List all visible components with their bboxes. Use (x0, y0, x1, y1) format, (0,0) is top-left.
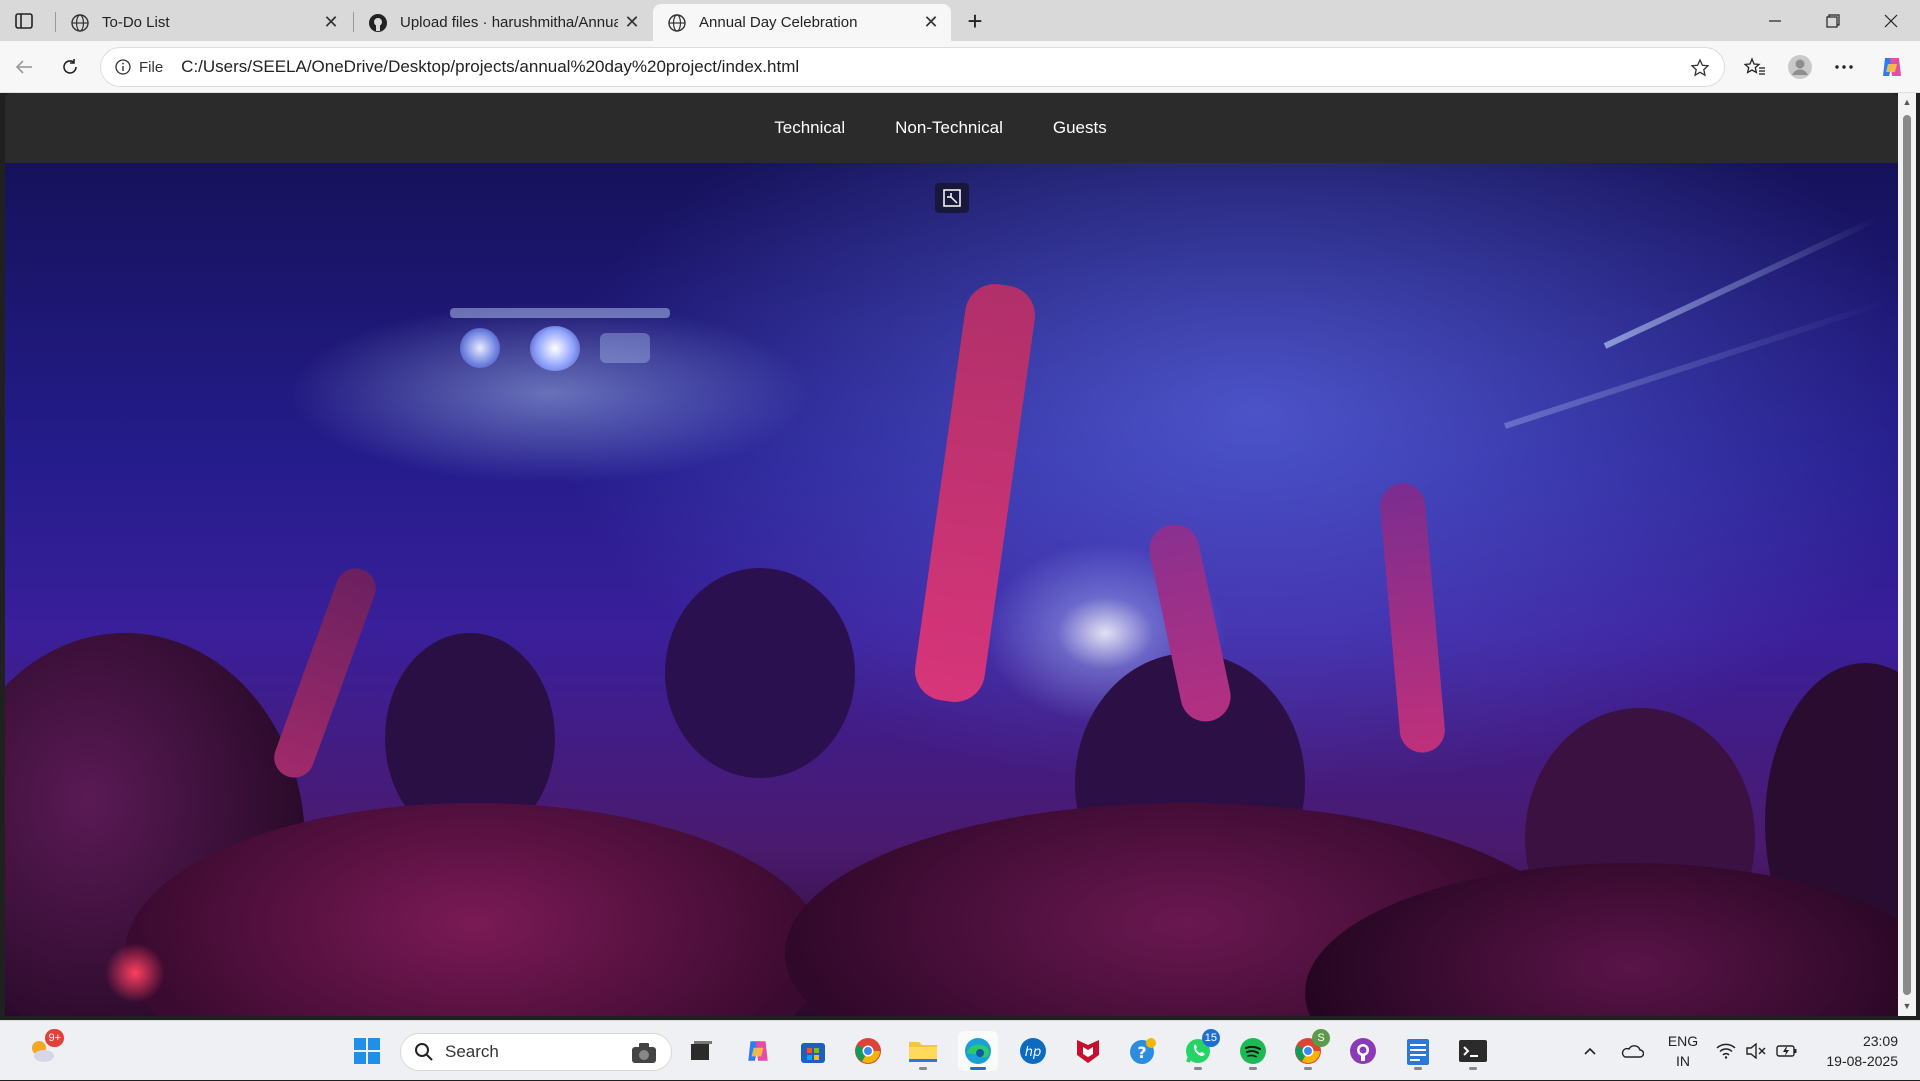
stage-light-rig (450, 288, 670, 378)
favorite-star-icon[interactable] (1688, 56, 1712, 80)
light-beam (1603, 216, 1879, 349)
restore-icon[interactable] (1804, 0, 1862, 41)
tab-title: Upload files · harushmitha/Annua (400, 14, 618, 31)
light-beam (1504, 299, 1887, 429)
input-language[interactable]: ENG IN (1665, 1031, 1701, 1071)
region-code: IN (1676, 1053, 1690, 1069)
speaker-muted-icon[interactable] (1746, 1021, 1766, 1081)
tab-title: To-Do List (102, 14, 170, 31)
running-indicator (1469, 1067, 1477, 1070)
close-tab-icon[interactable]: ✕ (618, 9, 646, 37)
url-text[interactable]: C:/Users/SEELA/OneDrive/Desktop/projects… (181, 57, 799, 77)
running-indicator (1249, 1067, 1257, 1070)
page-scrollbar[interactable]: ▲ ▼ (1898, 93, 1916, 1016)
scroll-up-icon[interactable]: ▲ (1902, 97, 1912, 107)
more-options-icon[interactable] (1828, 51, 1860, 83)
tab-todo-list[interactable]: To-Do List ✕ (56, 4, 351, 41)
github-icon (368, 13, 388, 33)
tab-strip: To-Do List ✕ Upload files · harushmitha/… (0, 0, 1920, 41)
get-help-icon[interactable]: ? (1123, 1031, 1163, 1071)
nav-link-non-technical[interactable]: Non-Technical (895, 118, 1003, 138)
taskbar-clock[interactable]: 23:09 19-08-2025 (1826, 1031, 1898, 1071)
hp-icon[interactable]: hp (1013, 1031, 1053, 1071)
raised-arm (268, 562, 382, 784)
nav-link-guests[interactable]: Guests (1053, 118, 1107, 138)
svg-text:?: ? (1137, 1043, 1146, 1062)
weather-badge: 9+ (45, 1029, 64, 1047)
raised-arm (911, 280, 1039, 706)
clock-date: 19-08-2025 (1826, 1053, 1898, 1069)
microsoft-store-icon[interactable] (793, 1031, 833, 1071)
chrome-profile-icon[interactable]: S (1288, 1029, 1330, 1071)
taskbar-search[interactable]: Search (400, 1033, 672, 1071)
battery-charging-icon[interactable] (1776, 1021, 1798, 1081)
svg-text:hp: hp (1025, 1045, 1042, 1060)
chrome-profile-badge: S (1312, 1029, 1330, 1047)
tab-title: Annual Day Celebration (699, 14, 858, 31)
running-indicator (970, 1067, 986, 1070)
globe-icon (70, 13, 90, 33)
favorites-icon[interactable] (1739, 51, 1771, 83)
raised-arm (1378, 481, 1447, 755)
url-scheme-label: File (139, 58, 164, 76)
search-placeholder: Search (445, 1042, 499, 1061)
profile-avatar-icon[interactable] (1784, 51, 1816, 83)
address-bar[interactable]: File C:/Users/SEELA/OneDrive/Desktop/pro… (100, 47, 1725, 87)
crowd-silhouette (665, 568, 855, 778)
running-indicator (1414, 1067, 1422, 1070)
edge-icon[interactable] (958, 1031, 998, 1071)
weather-widget-icon[interactable]: 9+ (22, 1029, 64, 1071)
windows-start-icon[interactable] (347, 1031, 387, 1071)
scroll-down-icon[interactable]: ▼ (1902, 1001, 1912, 1011)
camera-icon (632, 1043, 656, 1063)
chrome-icon[interactable] (848, 1031, 888, 1071)
browser-toolbar: File C:/Users/SEELA/OneDrive/Desktop/pro… (0, 41, 1920, 93)
site-info-icon[interactable] (113, 57, 133, 77)
onedrive-icon[interactable] (1620, 1021, 1644, 1081)
windows-taskbar: 9+ Search hp ? 15 S ENG IN 23:09 19-08-2… (0, 1020, 1920, 1080)
tab-upload-files[interactable]: Upload files · harushmitha/Annua ✕ (354, 4, 652, 41)
back-icon[interactable] (8, 51, 40, 83)
running-indicator (1304, 1067, 1312, 1070)
tab-annual-day[interactable]: Annual Day Celebration ✕ (653, 4, 951, 41)
notepad-icon[interactable] (1398, 1031, 1438, 1071)
minimize-icon[interactable] (1746, 0, 1804, 41)
running-indicator (919, 1067, 927, 1070)
search-icon (413, 1041, 435, 1063)
close-tab-icon[interactable]: ✕ (917, 9, 945, 37)
red-stage-light (105, 943, 165, 1003)
clock-time: 23:09 (1862, 1033, 1898, 1049)
whatsapp-icon[interactable]: 15 (1178, 1029, 1220, 1071)
copilot-icon[interactable] (1876, 51, 1908, 83)
running-indicator (1194, 1067, 1202, 1070)
language-code: ENG (1667, 1033, 1699, 1049)
site-navbar: Technical Non-Technical Guests (5, 93, 1898, 163)
task-view-icon[interactable] (681, 1031, 721, 1071)
show-hidden-icons-chevron-icon[interactable] (1582, 1021, 1598, 1081)
spotify-icon[interactable] (1233, 1031, 1273, 1071)
tab-actions-icon[interactable] (10, 9, 38, 33)
exit-fullscreen-icon[interactable] (935, 183, 969, 213)
whatsapp-badge: 15 (1201, 1029, 1220, 1047)
file-explorer-icon[interactable] (903, 1031, 943, 1071)
new-tab-button[interactable]: + (960, 6, 990, 36)
close-window-icon[interactable] (1862, 0, 1920, 41)
wifi-icon[interactable] (1716, 1021, 1736, 1081)
nav-link-technical[interactable]: Technical (774, 118, 845, 138)
scroll-thumb[interactable] (1903, 115, 1911, 995)
github-desktop-icon[interactable] (1343, 1031, 1383, 1071)
copilot-icon[interactable] (738, 1031, 778, 1071)
mcafee-icon[interactable] (1068, 1031, 1108, 1071)
terminal-icon[interactable] (1453, 1031, 1493, 1071)
reload-icon[interactable] (54, 51, 86, 83)
globe-icon (667, 13, 687, 33)
hero-video[interactable] (5, 163, 1898, 1016)
page-viewport: Technical Non-Technical Guests (5, 93, 1898, 1016)
close-tab-icon[interactable]: ✕ (317, 9, 345, 37)
